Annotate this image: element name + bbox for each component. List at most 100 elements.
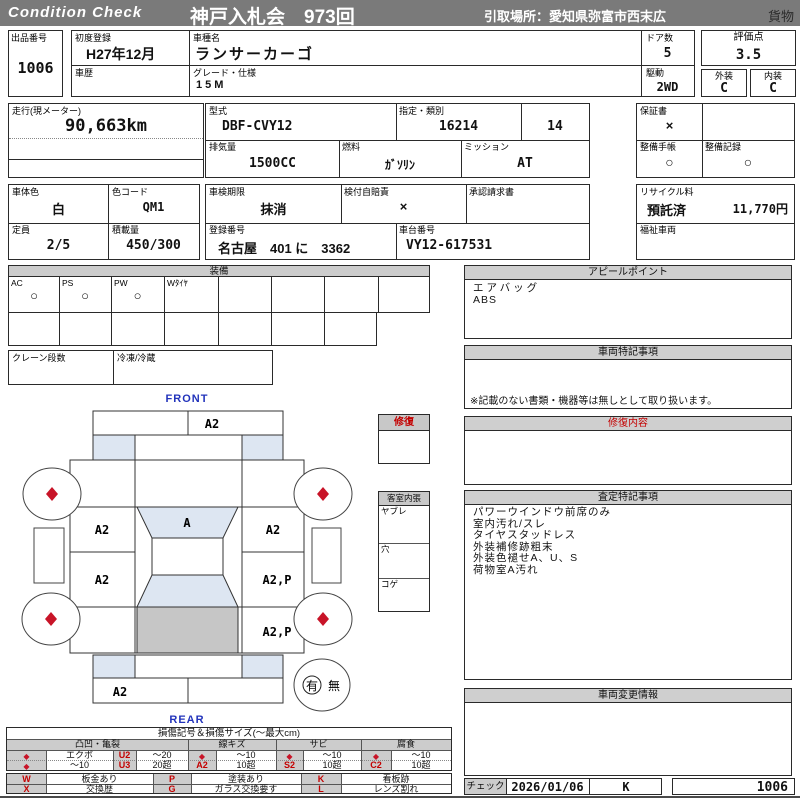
chassis-label: 車台番号 [399, 225, 435, 235]
auction-sheet: Condition Check 神戸入札会 973回 引取場所：愛知県弥富市西末… [0, 0, 800, 800]
lot-number-value: 1006 [9, 59, 62, 77]
displacement-value: 1500CC [206, 156, 339, 171]
appeal-section: アピールポイント エアバッグ ABS [464, 265, 792, 339]
right-quarter-code: A2,P [263, 625, 292, 639]
legend-dent-size3: 20超 [136, 760, 188, 771]
mission-value: AT [461, 156, 589, 171]
maintenance-book-mark: ○ [637, 154, 702, 170]
legend-scratch-size2: 10超 [216, 760, 276, 771]
type-no1-value: 16214 [396, 119, 521, 134]
repair-code-legend: W 板金あり P 塗装あり K 看板跡 X 交換歴 G ガラス交換要す L レン… [6, 773, 452, 794]
left-fender-code: A2 [95, 523, 109, 537]
recycle-box: リサイクル料 預託済 11,770円 福祉車両 [636, 184, 795, 260]
model-code-value: DBF-CVY12 [222, 119, 292, 134]
model-name-value: ランサーカーゴ [195, 43, 314, 64]
grade-label: 評価点 [702, 33, 795, 43]
legend-rust-size2: 10超 [303, 760, 361, 771]
legend-code-a2: A2 [188, 760, 216, 771]
legend-group-rust: サビ [276, 739, 361, 750]
legend-code-g-desc: ガラス交換要す [191, 784, 301, 795]
chassis-no-value: VY12-617531 [406, 238, 492, 253]
rear-label: REAR [169, 714, 204, 726]
type-no2-value: 14 [521, 119, 589, 134]
recycle-fee-value: 11,770円 [733, 200, 788, 217]
model-code-box: 型式 DBF-CVY12 指定・類別 16214 14 排気量 1500CC 燃… [205, 103, 590, 178]
vehicle-notes-title: 車両特記事項 [465, 346, 791, 360]
exterior-label: 外装 [702, 71, 746, 81]
maintenance-record-label: 整備記録 [705, 142, 741, 152]
equip-pw-mark: ○ [111, 290, 164, 301]
legend-code-s2: S2 [276, 760, 303, 771]
legend-group-dent: 凸凹・亀裂 [7, 739, 188, 750]
approval-label: 承認請求書 [469, 187, 514, 197]
legend-code-x-desc: 交換歴 [46, 784, 153, 795]
equip-ac-mark: ○ [9, 290, 59, 301]
legend-title: 損傷記号＆損傷サイズ(〜最大cm) [7, 728, 451, 739]
first-reg-label: 初度登録 [75, 33, 111, 43]
reg-no-value: 名古屋 401 に 3362 [218, 238, 350, 257]
maintenance-book-label: 整備手帳 [640, 142, 676, 152]
exterior-value: C [702, 81, 746, 96]
equipment-row1: AC ○ PS ○ PW ○ Wﾀｲﾔ [8, 276, 430, 313]
mission-label: ミッション [464, 142, 509, 152]
assessment-title: 査定特記事項 [465, 491, 791, 505]
legend-code-l-desc: レンズ割れ [341, 784, 451, 795]
fuel-label: 燃料 [342, 142, 360, 152]
lot-number-box: 出品番号 1006 [8, 30, 63, 97]
assessment-line: 荷物室A汚れ [473, 565, 611, 577]
mileage-label: 走行(現メーター) [12, 106, 81, 116]
vehicle-notes-text: ※記載のない書類・機器等は無しとして取り扱います。 [470, 392, 717, 407]
insurance-label: 検付自賠責 [344, 187, 389, 197]
rear-bumper-code: A2 [113, 685, 127, 699]
cabin-title: 客室内張 [379, 492, 429, 506]
reg-no-label: 登録番号 [209, 225, 245, 235]
vehicle-notes-section: 車両特記事項 ※記載のない書類・機器等は無しとして取り扱います。 [464, 345, 792, 409]
body-color-value: 白 [9, 199, 108, 218]
equipment-row2 [8, 312, 377, 346]
legend-code-w-desc: 板金あり [46, 774, 153, 784]
equip-ac-label: AC [11, 278, 23, 288]
first-reg-value: H27年12月 [86, 44, 155, 64]
legend-corrosion-size2: 10超 [391, 760, 451, 771]
body-color-label: 車体色 [12, 187, 39, 197]
front-label: FRONT [166, 393, 209, 405]
appeal-title: アピールポイント [465, 266, 791, 280]
color-code-value: QM1 [108, 200, 199, 214]
brand-logo: Condition Check [8, 4, 142, 21]
legend-code-c2: C2 [361, 760, 391, 771]
warranty-box: 保証書 × 整備手帳 ○ 整備記録 ○ [636, 103, 795, 178]
interior-value: C [751, 81, 795, 96]
body-color-box: 車体色 白 色コード QM1 定員 2/5 積載量 450/300 [8, 184, 200, 260]
crane-box: クレーン段数 冷凍/冷蔵 [8, 350, 273, 385]
legend-code-u3: U3 [113, 760, 136, 771]
cabin-row-burn: コゲ [381, 579, 398, 589]
warranty-label: 保証書 [640, 106, 667, 116]
type-label: 指定・類別 [399, 106, 444, 116]
capacity-value: 2/5 [9, 238, 108, 253]
displacement-label: 排気量 [209, 142, 236, 152]
appeal-line-1: エアバッグ [473, 283, 540, 295]
right-fender-code: A2 [266, 523, 280, 537]
assessment-section: 査定特記事項 パワーウインドウ前席のみ 室内汚れ/スレ タイヤスタッドレス 外装… [464, 490, 792, 680]
legend-code-k-desc: 看板跡 [341, 774, 451, 784]
interior-label: 内装 [751, 71, 795, 81]
drive-value: 2WD [641, 80, 694, 94]
repair-detail-section: 修復内容 [464, 416, 792, 485]
recycle-status-value: 預託済 [647, 200, 686, 219]
legend-code-l: L [301, 784, 341, 795]
legend-group-scratch: 線キズ [188, 739, 276, 750]
welfare-label: 福祉車両 [640, 225, 676, 235]
load-label: 積載量 [112, 225, 139, 235]
crane-label: クレーン段数 [12, 353, 66, 363]
right-door-code: A2,P [263, 573, 292, 587]
check-date: 2026/01/06 [506, 780, 589, 794]
lot-number-label: 出品番号 [11, 33, 47, 43]
mileage-value: 90,663km [9, 116, 203, 136]
insurance-value: × [341, 199, 466, 214]
drive-label: 駆動 [646, 68, 664, 78]
equipment-section: 装備 AC ○ PS ○ PW ○ Wﾀｲﾔ [8, 265, 430, 346]
recycle-label: リサイクル料 [640, 187, 694, 197]
auction-title: 神戸入札会 973回 [190, 2, 355, 29]
pickup-location: 引取場所：愛知県弥富市西末広 [484, 6, 666, 25]
legend-dent-size2: 〜10 [46, 760, 113, 771]
